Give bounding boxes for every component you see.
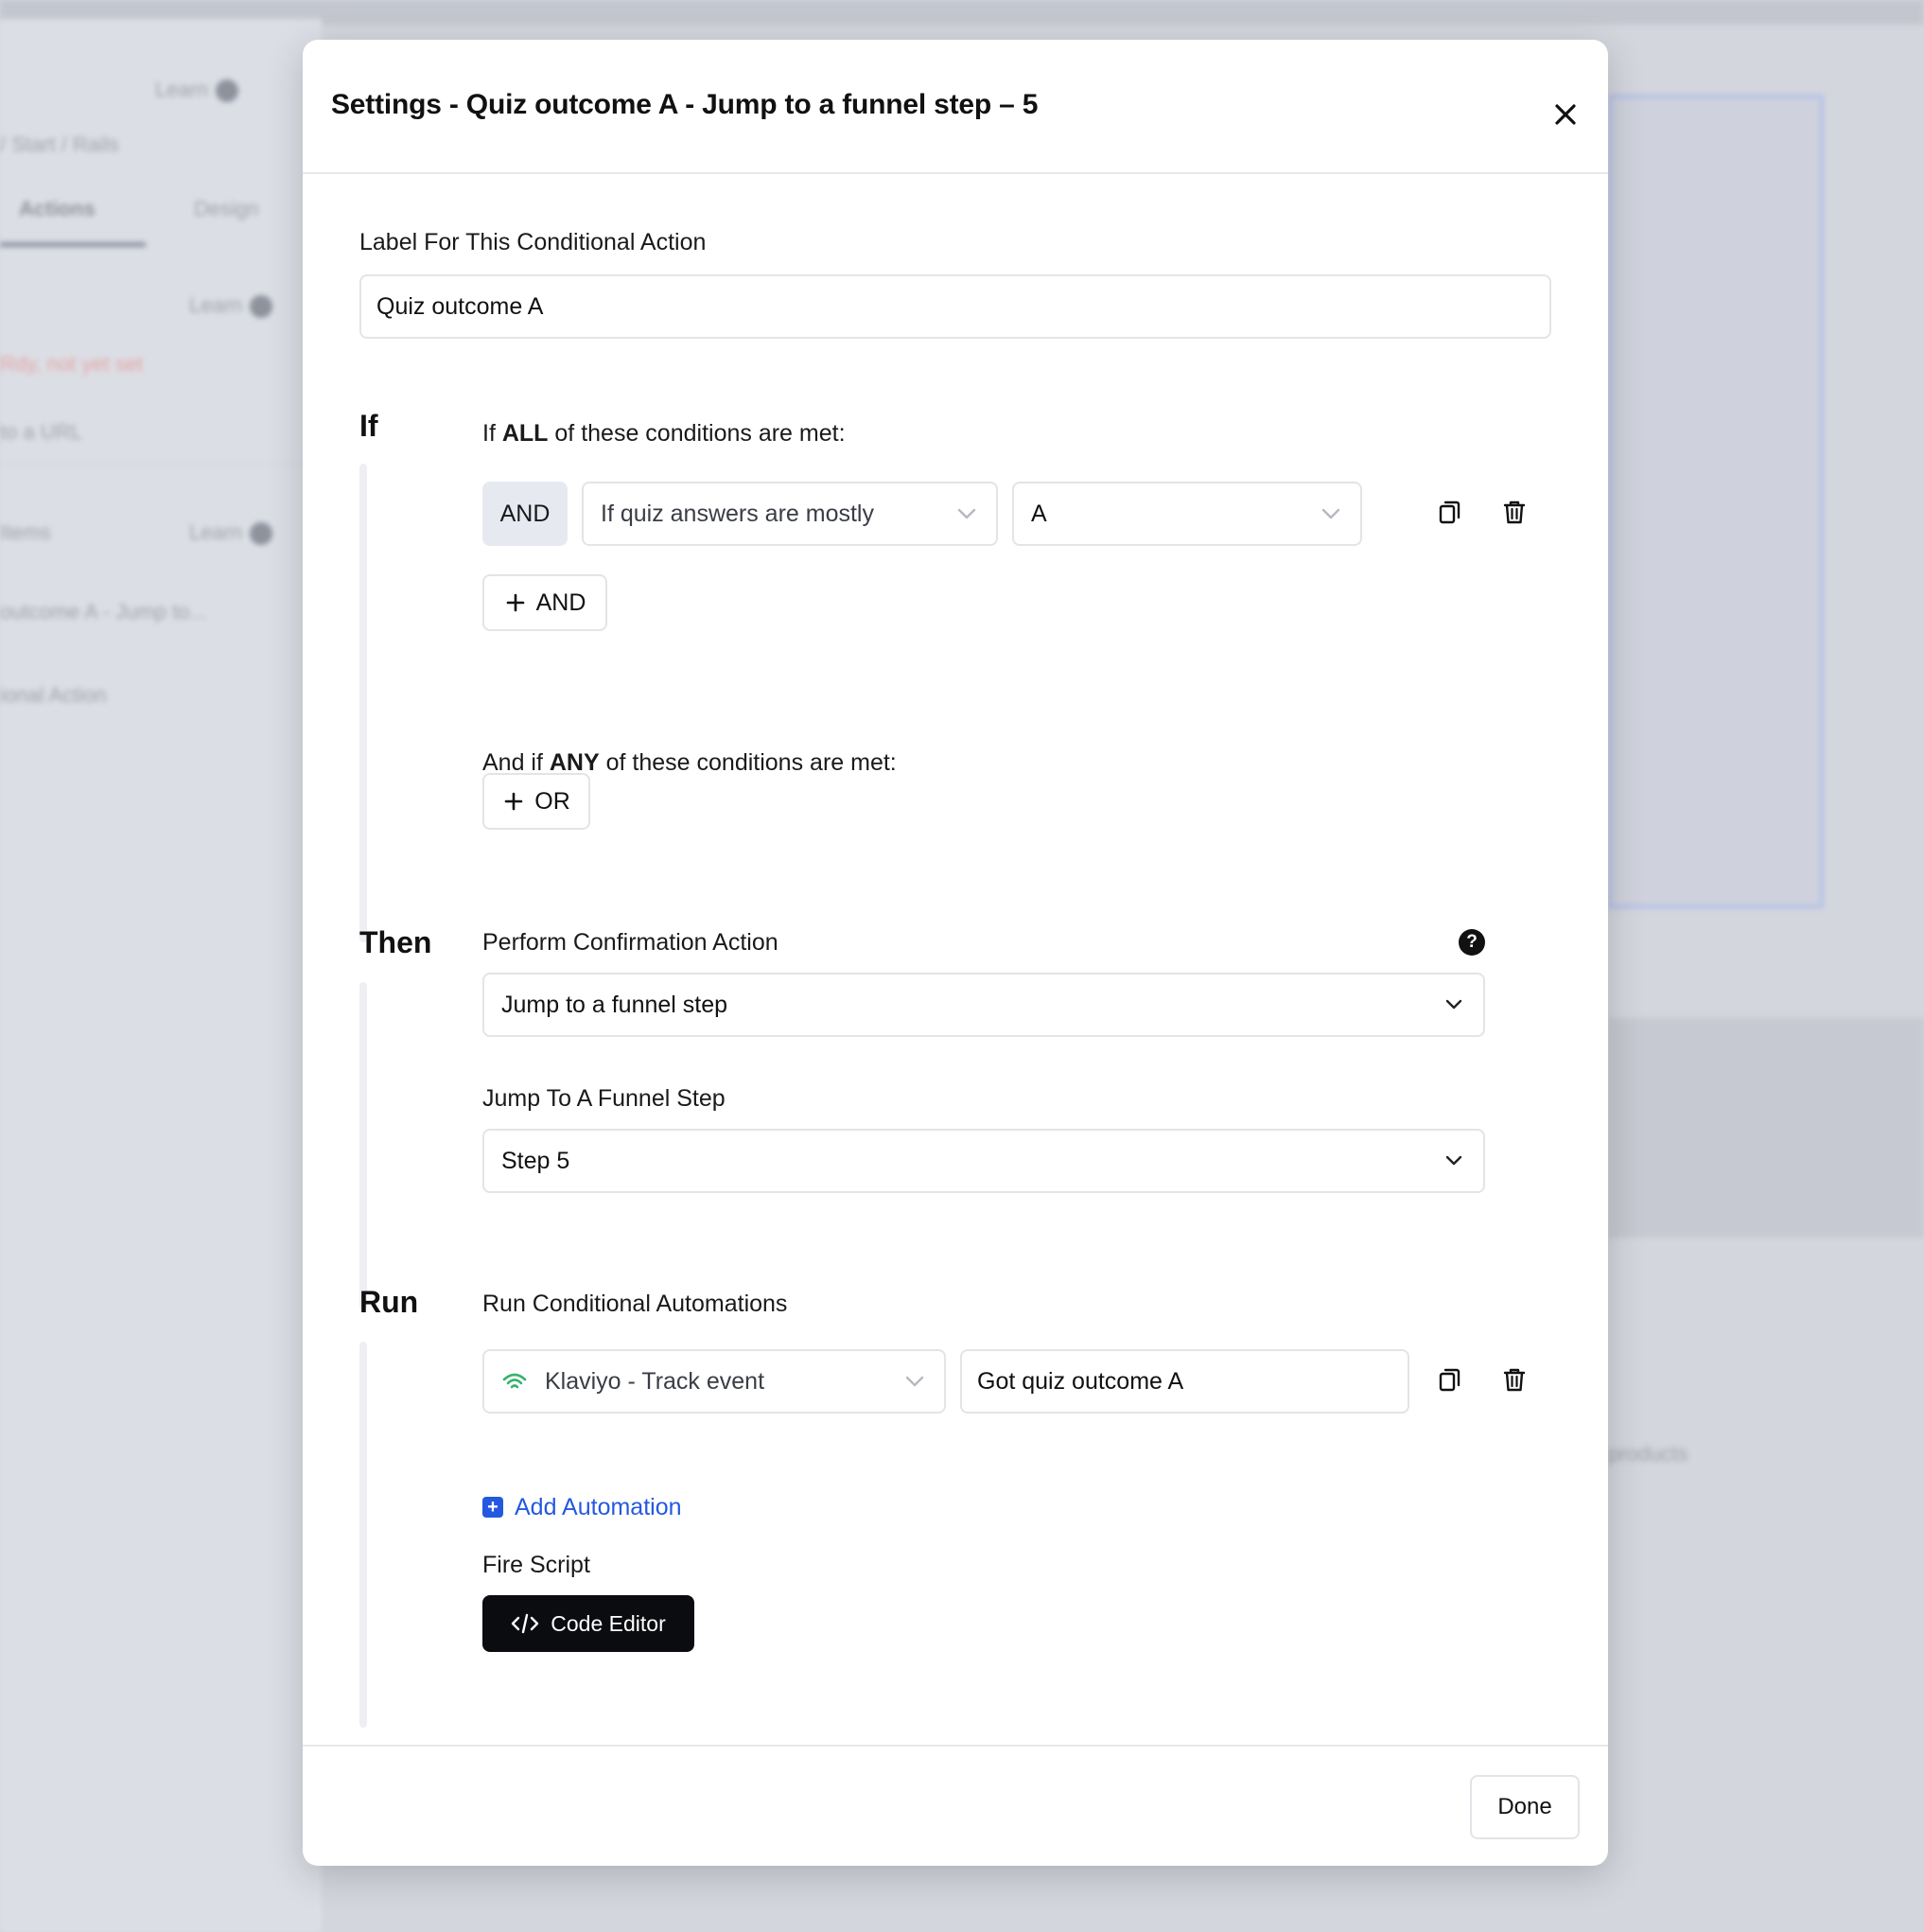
label-input[interactable] xyxy=(359,274,1551,339)
add-and-button[interactable]: AND xyxy=(482,574,607,631)
copy-icon xyxy=(1439,1368,1460,1392)
delete-automation-button[interactable] xyxy=(1498,1363,1530,1396)
close-icon xyxy=(1555,104,1576,125)
close-button[interactable] xyxy=(1549,98,1582,131)
background-items-label: Items xyxy=(0,520,51,544)
klaviyo-icon xyxy=(502,1373,527,1389)
code-editor-label: Code Editor xyxy=(551,1610,666,1636)
condition-field-select[interactable]: If quiz answers are mostly xyxy=(582,482,998,546)
code-editor-button[interactable]: Code Editor xyxy=(482,1595,694,1652)
background-action: ional Action xyxy=(0,683,107,707)
modal-title: Settings - Quiz outcome A - Jump to a fu… xyxy=(331,89,1039,120)
background-help-icon xyxy=(250,522,273,546)
background-item: outcome A - Jump to... xyxy=(0,600,207,624)
confirmation-action-select[interactable]: Jump to a funnel step xyxy=(482,973,1485,1037)
confirmation-action-value: Jump to a funnel step xyxy=(501,991,728,1018)
funnel-step-label: Jump To A Funnel Step xyxy=(482,1085,726,1112)
code-icon xyxy=(512,1613,539,1634)
all-conditions-prefix: If xyxy=(482,420,502,447)
trash-icon xyxy=(1503,501,1526,524)
background-learn-link-3: Learn xyxy=(189,520,273,546)
background-canvas-frame xyxy=(1608,95,1824,908)
automation-event-input[interactable] xyxy=(960,1349,1409,1414)
background-left-panel: Learn / Start / Rails Actions Design Lea… xyxy=(0,19,322,1932)
background-help-icon xyxy=(216,79,239,103)
condition-value: A xyxy=(1031,500,1047,527)
automations-label: Run Conditional Automations xyxy=(482,1291,788,1317)
funnel-step-value: Step 5 xyxy=(501,1147,570,1174)
modal-header: Settings - Quiz outcome A - Jump to a fu… xyxy=(303,40,1608,174)
background-products-text: products xyxy=(1608,1442,1688,1466)
label-field-label: Label For This Conditional Action xyxy=(359,229,707,255)
all-conditions-bold: ALL xyxy=(501,420,549,447)
background-tab-actions: Actions xyxy=(19,197,96,220)
done-button[interactable]: Done xyxy=(1470,1775,1580,1839)
if-section-rail xyxy=(359,464,367,942)
all-conditions-label: If ALL of these conditions are met: xyxy=(482,420,846,448)
then-section-rail xyxy=(359,982,367,1309)
chevron-down-icon xyxy=(1321,508,1340,519)
duplicate-condition-button[interactable] xyxy=(1434,496,1466,528)
if-heading: If xyxy=(359,409,378,443)
then-heading: Then xyxy=(359,925,432,959)
background-divider xyxy=(0,464,303,465)
help-icon[interactable]: ? xyxy=(1459,929,1485,956)
fire-script-label: Fire Script xyxy=(482,1552,590,1578)
background-tab-underline xyxy=(0,242,146,247)
delete-condition-button[interactable] xyxy=(1498,496,1530,528)
and-operator-chip: AND xyxy=(482,482,568,546)
automation-type-select[interactable]: Klaviyo - Track event xyxy=(482,1349,946,1414)
any-conditions-prefix: And if xyxy=(482,749,550,776)
any-conditions-suffix: of these conditions are met: xyxy=(599,749,897,776)
add-and-label: AND xyxy=(535,588,586,616)
condition-field-value: If quiz answers are mostly xyxy=(601,500,874,527)
plus-icon xyxy=(504,792,523,811)
background-url-text: to a URL xyxy=(0,420,82,444)
modal-footer xyxy=(303,1745,1608,1866)
add-automation-link[interactable]: + Add Automation xyxy=(482,1490,682,1524)
all-conditions-suffix: of these conditions are met: xyxy=(548,420,846,447)
chevron-down-icon xyxy=(1445,999,1462,1010)
confirmation-action-label: Perform Confirmation Action xyxy=(482,929,778,956)
run-section-rail xyxy=(359,1342,367,1728)
background-tab-design: Design xyxy=(194,197,259,220)
condition-value-select[interactable]: A xyxy=(1012,482,1362,546)
duplicate-automation-button[interactable] xyxy=(1434,1363,1466,1396)
automation-type-value: Klaviyo - Track event xyxy=(545,1367,765,1395)
any-conditions-bold: ANY xyxy=(549,749,600,776)
trash-icon xyxy=(1503,1368,1526,1392)
background-breadcrumb: / Start / Rails xyxy=(0,132,119,156)
funnel-step-select[interactable]: Step 5 xyxy=(482,1129,1485,1193)
settings-modal: Settings - Quiz outcome A - Jump to a fu… xyxy=(303,40,1608,1866)
chevron-down-icon xyxy=(957,508,976,519)
background-warning: Rdy, not yet set xyxy=(0,352,144,376)
add-or-label: OR xyxy=(534,787,570,815)
plus-square-icon: + xyxy=(482,1497,503,1518)
chevron-down-icon xyxy=(905,1376,924,1387)
background-help-icon xyxy=(250,295,273,319)
run-heading: Run xyxy=(359,1285,419,1319)
copy-icon xyxy=(1439,501,1460,524)
add-automation-label: Add Automation xyxy=(515,1493,682,1520)
plus-icon xyxy=(506,593,524,612)
background-learn-link: Learn xyxy=(155,78,239,103)
chevron-down-icon xyxy=(1445,1155,1462,1166)
add-or-button[interactable]: OR xyxy=(482,773,590,830)
background-learn-link-2: Learn xyxy=(189,293,273,319)
background-band xyxy=(1608,1018,1924,1238)
